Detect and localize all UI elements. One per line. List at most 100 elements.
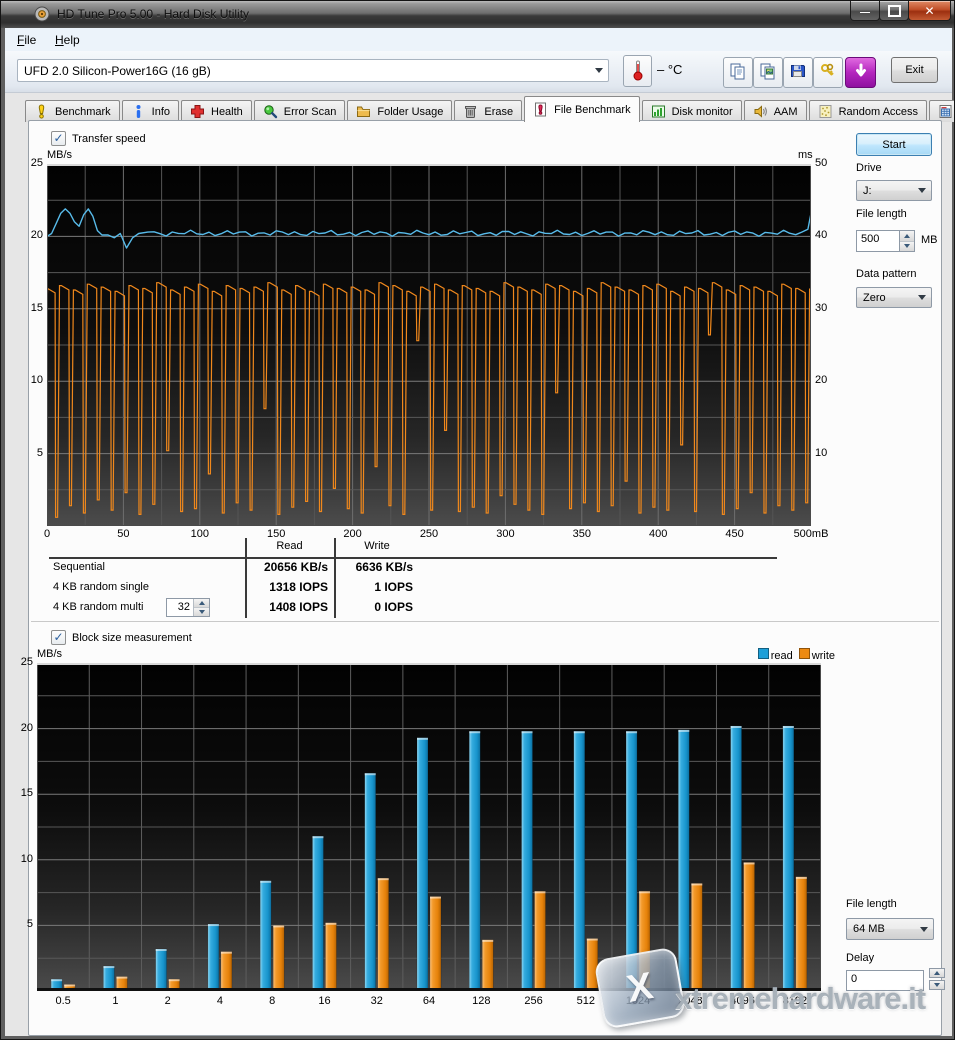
tab-folder-usage[interactable]: Folder Usage (347, 100, 452, 122)
tab-label: Info (152, 106, 170, 118)
title-bar[interactable]: HD Tune Pro 5.00 - Hard Disk Utility — ✕ (1, 1, 955, 28)
aam-icon (753, 104, 769, 120)
download-button[interactable] (845, 57, 876, 88)
drive-combobox[interactable]: J: (856, 180, 932, 201)
x-tick-label: 32 (352, 995, 402, 1007)
minimize-button[interactable]: — (850, 1, 880, 21)
delay-input[interactable]: 0 (846, 970, 924, 991)
save-button[interactable] (783, 57, 813, 88)
folder-usage-icon (356, 104, 372, 120)
block-file-length-combobox[interactable]: 64 MB (846, 918, 934, 940)
tab-info[interactable]: Info (122, 100, 179, 122)
block-size-chart (37, 663, 821, 991)
spin-down-icon (904, 244, 910, 248)
drive-label: Drive (856, 162, 882, 174)
tab-erase[interactable]: Erase (454, 100, 522, 122)
info-icon (131, 104, 147, 120)
tab-random-access[interactable]: Random Access (809, 100, 927, 122)
checkmark-icon: ✓ (53, 133, 63, 143)
copy-image-icon (759, 62, 777, 83)
download-icon (853, 63, 869, 82)
delay-spin-down-button[interactable] (929, 980, 945, 990)
spin-down-button[interactable] (900, 242, 914, 252)
x-tick-label: 1024 (613, 995, 663, 1007)
results-vline-1 (245, 538, 247, 618)
temperature-value: – °C (657, 62, 682, 77)
x-tick-label: 0.5 (38, 995, 88, 1007)
file-benchmark-icon (533, 102, 549, 118)
y-tick-label: 15 (7, 787, 33, 799)
spin-up-icon (199, 601, 205, 605)
spin-down-icon (934, 983, 940, 987)
tab-health[interactable]: Health (181, 100, 252, 122)
bar-chart-x-axis: 0.512481632641282565121024204840968192 (37, 995, 837, 1009)
close-icon: ✕ (924, 4, 934, 18)
start-button[interactable]: Start (856, 133, 932, 156)
random-multi-queue-spinner[interactable]: 32 (166, 598, 210, 617)
save-icon (789, 62, 807, 83)
delay-spin-up-button[interactable] (929, 968, 945, 978)
file-length-spinner[interactable] (900, 230, 915, 252)
tab-label: Random Access (839, 106, 918, 118)
tab-aam[interactable]: AAM (744, 100, 807, 122)
spin-down-button[interactable] (194, 608, 209, 616)
checkmark-icon: ✓ (53, 632, 63, 642)
tab-label: Disk monitor (672, 106, 733, 118)
spin-up-button[interactable] (194, 599, 209, 608)
result-write-value: 0 IOPS (341, 600, 413, 614)
block-file-length-label: File length (846, 898, 897, 910)
result-write-value: 1 IOPS (341, 580, 413, 594)
y-tick-label: 25 (15, 157, 43, 169)
data-pattern-combobox[interactable]: Zero (856, 287, 932, 308)
x-tick-label: 1 (90, 995, 140, 1007)
tab-disk-monitor[interactable]: Disk monitor (642, 100, 742, 122)
file-length-input[interactable]: 500 (856, 230, 900, 252)
minimize-icon: — (860, 7, 870, 18)
options-button[interactable] (813, 57, 843, 88)
y-tick-label: 5 (7, 918, 33, 930)
y-tick-label: 20 (15, 229, 43, 241)
x-tick-label: 64 (404, 995, 454, 1007)
options-icon (819, 62, 837, 83)
disk-monitor-icon (651, 104, 667, 120)
file-length-value: 500 (857, 231, 899, 251)
error-scan-icon (263, 104, 279, 120)
y-tick-label: 5 (15, 447, 43, 459)
block-size-checkbox[interactable]: ✓ Block size measurement (51, 630, 192, 645)
x-tick-label: 100 (175, 528, 225, 540)
top-chart-right-axis: 5040302010 (815, 164, 843, 526)
result-read-value: 1408 IOPS (248, 600, 328, 614)
top-chart-left-axis: 252015105 (15, 164, 43, 526)
y-tick-label: 50 (815, 157, 843, 169)
temperature-button[interactable] (623, 55, 652, 87)
exit-button-label: Exit (905, 64, 923, 76)
group-separator (31, 621, 939, 622)
x-tick-label: 4 (195, 995, 245, 1007)
bar-chart-left-axis: 252015105 (7, 663, 33, 991)
spin-down-icon (199, 610, 205, 614)
chevron-down-icon (920, 927, 928, 932)
result-read-value: 20656 KB/s (248, 560, 328, 574)
spin-up-icon (904, 234, 910, 238)
tab-strip: Benchmark Info HealthError ScanFolder Usag… (25, 96, 945, 122)
x-tick-label: 50 (98, 528, 148, 540)
close-button[interactable]: ✕ (908, 1, 951, 21)
transfer-speed-checkbox[interactable]: ✓ Transfer speed (51, 131, 146, 146)
random-access-icon (818, 104, 834, 120)
menu-file[interactable]: File (13, 32, 40, 48)
copy-image-button[interactable] (753, 57, 783, 88)
tab-extra-tests[interactable]: Extra tests (929, 100, 955, 122)
drive-select-combobox[interactable]: UFD 2.0 Silicon-Power16G (16 gB) (17, 59, 609, 82)
tab-error-scan[interactable]: Error Scan (254, 100, 346, 122)
result-row-label: 4 KB random multi (53, 601, 143, 613)
chevron-down-icon (595, 68, 603, 73)
maximize-button[interactable] (879, 1, 909, 21)
tab-file-benchmark[interactable]: File Benchmark (524, 96, 639, 122)
spin-up-button[interactable] (900, 231, 914, 242)
menu-help[interactable]: Help (51, 32, 84, 48)
x-tick-label: 8 (247, 995, 297, 1007)
result-row-label: Sequential (53, 561, 105, 573)
copy-text-button[interactable] (723, 57, 753, 88)
tab-benchmark[interactable]: Benchmark (25, 100, 120, 122)
exit-button[interactable]: Exit (891, 57, 938, 83)
